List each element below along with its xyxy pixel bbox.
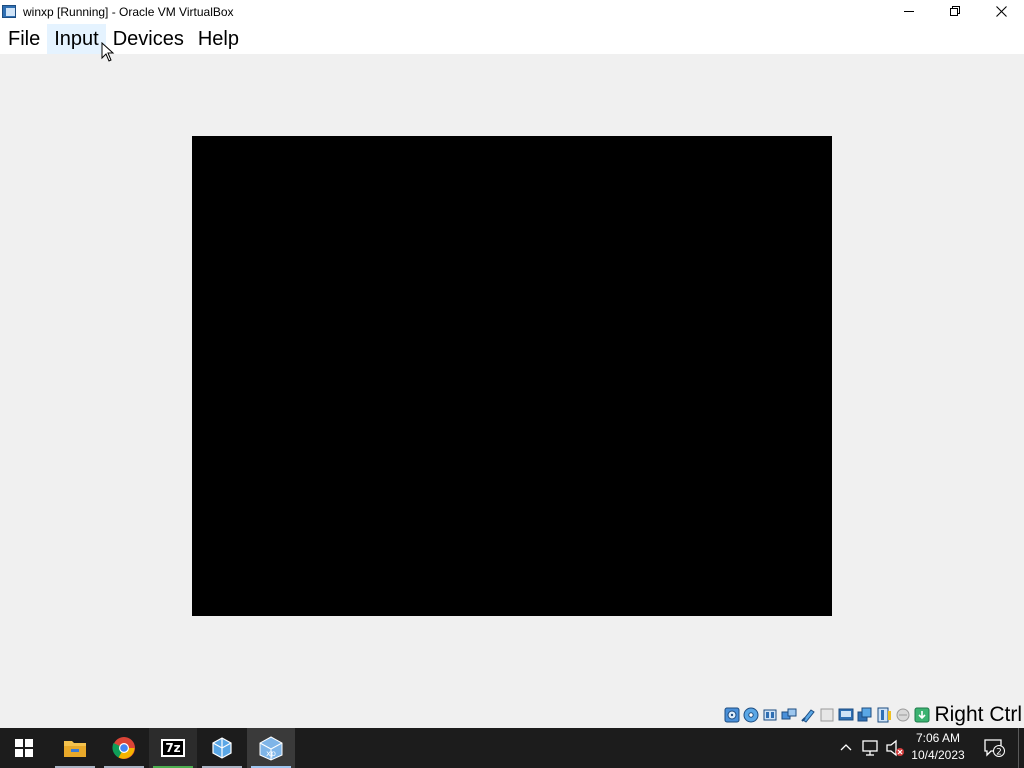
restore-button[interactable] (932, 0, 978, 22)
display-icon[interactable] (838, 707, 854, 723)
close-button[interactable] (978, 0, 1024, 22)
guest-additions-icon[interactable] (876, 707, 892, 723)
audio-icon[interactable] (762, 707, 778, 723)
network-icon[interactable] (781, 707, 797, 723)
menu-devices[interactable]: Devices (106, 24, 191, 54)
vm-display-area (0, 54, 1024, 702)
start-button[interactable] (0, 728, 48, 768)
host-key-label[interactable]: Right Ctrl (934, 703, 1022, 727)
show-hidden-icons-icon[interactable] (840, 742, 852, 752)
window-title: winxp [Running] - Oracle VM VirtualBox (23, 5, 234, 19)
video-capture-icon[interactable] (857, 707, 873, 723)
volume-muted-icon[interactable] (885, 739, 905, 757)
taskbar-chrome[interactable] (100, 728, 148, 768)
notification-icon: 2 (984, 739, 1005, 758)
virtualbox-app-icon[interactable] (2, 4, 18, 20)
menu-bar: File Input Devices Help (0, 24, 1024, 54)
start-icon (15, 739, 33, 757)
shared-folders-icon[interactable] (819, 707, 835, 723)
file-explorer-icon (64, 741, 86, 757)
virtualbox-icon (212, 737, 232, 759)
menu-input[interactable]: Input (47, 24, 106, 54)
winxp-vm-icon: xp (259, 736, 283, 761)
minimize-icon (904, 11, 914, 12)
network-tray-icon[interactable] (861, 739, 879, 757)
taskbar-7zip[interactable]: 7z (149, 728, 197, 768)
minimize-button[interactable] (886, 0, 932, 22)
vm-screen[interactable] (192, 136, 832, 616)
show-desktop-button[interactable] (1018, 728, 1019, 768)
cpu-icon[interactable] (895, 707, 911, 723)
action-center-button[interactable]: 2 (982, 728, 1006, 768)
taskbar-virtualbox[interactable] (198, 728, 246, 768)
title-bar[interactable]: winxp [Running] - Oracle VM VirtualBox (0, 0, 1024, 24)
taskbar-winxp-vm[interactable]: xp (247, 728, 295, 768)
menu-help[interactable]: Help (191, 24, 246, 54)
usb-icon[interactable] (800, 707, 816, 723)
menu-file[interactable]: File (1, 24, 47, 54)
restore-icon (950, 6, 960, 16)
7zip-icon: 7z (161, 739, 185, 757)
windows-taskbar: 7z xp 7:06 AM 10/4/2023 2 (0, 728, 1024, 768)
svg-text:2: 2 (996, 748, 1002, 758)
mouse-integration-icon[interactable] (914, 707, 930, 723)
optical-drive-icon[interactable] (743, 707, 759, 723)
clock-time: 7:06 AM (915, 731, 961, 745)
svg-text:xp: xp (266, 749, 276, 758)
mouse-cursor-icon (101, 42, 115, 62)
clock-date: 10/4/2023 (911, 748, 965, 762)
taskbar-file-explorer[interactable] (51, 728, 99, 768)
hard-disk-icon[interactable] (724, 707, 740, 723)
taskbar-clock[interactable]: 7:06 AM 10/4/2023 (906, 730, 970, 766)
chrome-icon (112, 737, 135, 759)
close-icon (995, 5, 1007, 17)
vm-status-bar: Right Ctrl (0, 702, 1024, 728)
